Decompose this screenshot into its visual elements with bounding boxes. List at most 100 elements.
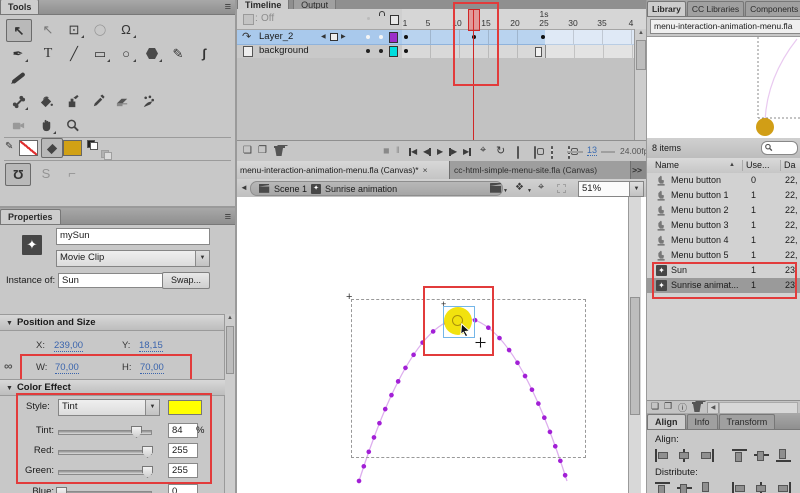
distribute-top-button[interactable]	[655, 482, 670, 493]
edit-symbols-dropdown-icon[interactable]: ▼	[527, 188, 532, 194]
keyframe-1[interactable]	[404, 49, 408, 53]
align-horizontal-center-button[interactable]	[677, 449, 692, 462]
fill-color-swatch[interactable]	[63, 140, 82, 156]
edit-scene-icon[interactable]	[490, 183, 502, 193]
library-document-select[interactable]: menu-interaction-animation-menu.fla	[650, 19, 800, 34]
selection-tool[interactable]: ↖	[6, 19, 32, 42]
timeline-scrollbar[interactable]: ▲	[634, 29, 646, 140]
tab-info[interactable]: Info	[687, 414, 718, 429]
layer2-empty-frames[interactable]	[545, 30, 634, 45]
camera-tool[interactable]	[6, 115, 30, 136]
h-value[interactable]: 70,00	[140, 362, 164, 374]
brush-tool[interactable]	[6, 67, 30, 88]
library-item-row[interactable]: Menu button022,	[647, 173, 800, 188]
x-value[interactable]: 239,00	[54, 340, 83, 352]
tint-slider-thumb[interactable]	[131, 426, 142, 438]
library-item-row-sunrise-selected[interactable]: ✦ Sunrise animat...123,	[647, 278, 800, 293]
stroke-color-swatch[interactable]	[19, 140, 38, 156]
frame-ruler[interactable]: 1s 1 5 10 15 20 25 30 35 4	[402, 9, 646, 30]
column-divider[interactable]	[780, 160, 781, 171]
pen-tool[interactable]: ✒	[6, 43, 30, 64]
step-back-button[interactable]: ◀	[423, 147, 431, 156]
align-left-button[interactable]	[655, 449, 670, 462]
list-horizontal-scrollbar[interactable]	[719, 402, 798, 413]
polystar-tool[interactable]	[140, 43, 164, 64]
eyedropper-tool[interactable]	[86, 91, 110, 112]
green-slider-thumb[interactable]	[142, 466, 153, 478]
tab-properties[interactable]: Properties	[0, 209, 61, 224]
library-item-row-sun[interactable]: ✦ Sun123,	[647, 263, 800, 278]
tab-overflow-button[interactable]: >>	[631, 161, 646, 179]
zoom-tool[interactable]	[60, 115, 84, 136]
stage[interactable]: + +	[237, 197, 646, 493]
align-top-button[interactable]	[732, 449, 747, 462]
eraser-tool[interactable]	[110, 91, 134, 112]
edit-symbols-icon[interactable]: ❖	[515, 182, 524, 193]
timeline-scrollbar-thumb[interactable]	[636, 40, 646, 70]
library-item-row[interactable]: Menu button 5122,	[647, 248, 800, 263]
tab-library[interactable]: Library	[647, 1, 686, 16]
free-transform-tool[interactable]: ⊡	[62, 19, 86, 40]
layer-outline-color[interactable]	[389, 46, 398, 57]
library-item-row[interactable]: Menu button 3122,	[647, 218, 800, 233]
scroll-up-icon[interactable]: ▲	[225, 314, 235, 323]
new-layer-icon[interactable]: ❏	[243, 145, 252, 156]
green-slider[interactable]	[58, 470, 152, 475]
layer-lock-dot[interactable]	[379, 35, 383, 39]
green-value[interactable]: 255	[168, 463, 198, 478]
fill-color-bucket[interactable]	[41, 138, 63, 158]
current-keyframe-icon[interactable]	[330, 33, 338, 41]
properties-scrollbar[interactable]: ▲	[224, 314, 235, 493]
tab-timeline[interactable]: Timeline	[237, 0, 289, 9]
w-value[interactable]: 70,00	[55, 362, 79, 374]
go-to-first-frame-button[interactable]: ◀	[409, 147, 417, 156]
edit-scene-dropdown-icon[interactable]: ▼	[503, 188, 508, 194]
back-icon[interactable]: ◄	[240, 183, 248, 192]
layer-visibility-dot[interactable]	[366, 35, 370, 39]
list-scroll-left-icon[interactable]: ◀	[707, 402, 719, 413]
pencil-tool[interactable]: ✎	[166, 43, 190, 64]
symbol-type-select[interactable]: Movie Clip ▼	[56, 250, 210, 267]
text-tool[interactable]: T	[36, 43, 60, 64]
stage-scrollbar-thumb[interactable]	[630, 297, 640, 415]
go-to-last-frame-button[interactable]: ▶	[463, 147, 471, 156]
style-select[interactable]: Tint ▼	[58, 399, 160, 416]
distribute-left-button[interactable]	[732, 482, 747, 493]
current-frame-value[interactable]: 13	[587, 145, 597, 156]
tab-components[interactable]: Components	[745, 1, 800, 16]
swap-button[interactable]: Swap...	[162, 272, 210, 289]
center-frame-icon[interactable]: ⌖	[480, 144, 486, 157]
ink-bottle-tool[interactable]	[60, 91, 84, 112]
layer-outline-color[interactable]	[389, 32, 398, 43]
timeline-scroll-up-icon[interactable]: ▲	[635, 29, 646, 38]
layer-name[interactable]: Layer_2	[259, 31, 293, 42]
distribute-horizontal-center-button[interactable]	[754, 482, 769, 493]
layer-row-layer2[interactable]: ↷ Layer_2 ◀ ▶	[237, 30, 402, 45]
tab-transform[interactable]: Transform	[719, 414, 776, 429]
link-wh-icon[interactable]: ∞	[4, 359, 13, 373]
onion-skin-outlines-icon[interactable]	[534, 146, 536, 159]
distribute-right-button[interactable]	[776, 482, 791, 493]
library-item-row[interactable]: Menu button 1122,	[647, 188, 800, 203]
new-folder-icon[interactable]: ❐	[258, 145, 267, 156]
distribute-bottom-button[interactable]	[699, 482, 714, 493]
oval-tool[interactable]: ○	[114, 43, 138, 64]
tab-tools[interactable]: Tools	[0, 0, 39, 14]
blue-value[interactable]: 0	[168, 484, 198, 493]
column-date[interactable]: Da	[784, 158, 796, 173]
close-tab-icon[interactable]: ×	[423, 161, 428, 179]
red-value[interactable]: 255	[168, 443, 198, 458]
breadcrumb-scene[interactable]: Scene 1	[274, 184, 307, 194]
outline-all-layers-icon[interactable]	[390, 15, 399, 25]
document-tab-active[interactable]: menu-interaction-animation-menu.fla (Can…	[237, 161, 450, 179]
deco-tool[interactable]	[136, 91, 160, 112]
instance-of-field[interactable]: Sun	[58, 273, 166, 288]
paint-bucket-tool[interactable]	[34, 91, 58, 112]
stage-scrollbar[interactable]	[628, 197, 641, 493]
swap-colors-icon[interactable]	[101, 150, 112, 160]
playhead-marker[interactable]	[468, 9, 480, 31]
instance-name-input[interactable]: mySun	[56, 228, 210, 245]
tint-color-swatch[interactable]	[168, 400, 202, 415]
hand-tool[interactable]	[34, 115, 58, 136]
edit-multiple-frames-icon[interactable]	[551, 146, 553, 159]
